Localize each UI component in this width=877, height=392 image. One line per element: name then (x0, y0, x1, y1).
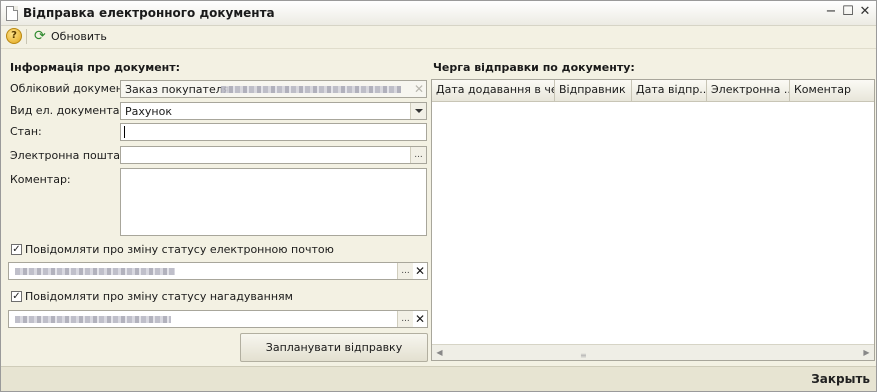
doc-label: Обліковий документ: (10, 82, 134, 95)
redacted-user (15, 316, 171, 323)
column-header[interactable]: Дата відпр... (632, 80, 707, 101)
toolbar-separator (26, 29, 27, 44)
status-label: Стан: (10, 125, 42, 138)
footer: Закрыть (1, 366, 876, 391)
plan-send-button[interactable]: Запланувати відправку (240, 333, 428, 362)
column-header[interactable]: Дата додавання в че... (432, 80, 555, 101)
maximize-icon[interactable]: ☐ (841, 5, 855, 19)
redacted-email (15, 268, 175, 275)
column-header[interactable]: Коментар (790, 80, 874, 101)
minimize-icon[interactable]: − (824, 5, 838, 19)
ellipsis-icon[interactable]: ... (410, 147, 426, 163)
document-info-title: Інформація про документ: (10, 61, 181, 74)
refresh-button[interactable]: Обновить (51, 30, 107, 43)
queue-title: Черга відправки по документу: (433, 61, 635, 74)
scroll-left-icon[interactable]: ◀ (432, 345, 447, 360)
window-title: Відправка електронного документа (23, 6, 275, 20)
text-cursor (124, 126, 125, 138)
column-header[interactable]: Электронна ... (707, 80, 790, 101)
comment-label: Коментар: (10, 173, 71, 186)
scroll-thumb[interactable]: ≡ (580, 351, 587, 360)
title-bar: Відправка електронного документа − ☐ ✕ (1, 1, 876, 26)
notify-reminder-checkbox[interactable]: ✓ (11, 291, 22, 302)
help-icon[interactable]: ? (6, 28, 22, 44)
type-select[interactable]: Рахунок (120, 102, 427, 120)
table-header: Дата додавання в че... Відправник Дата в… (432, 80, 874, 102)
chevron-down-icon[interactable] (410, 103, 426, 119)
refresh-icon[interactable]: ⟳ (34, 28, 46, 44)
close-icon[interactable]: ✕ (858, 5, 872, 19)
type-label: Вид ел. документа (10, 104, 120, 117)
notify-email-field[interactable]: ... ✕ (8, 262, 428, 280)
email-field[interactable]: ... (120, 146, 427, 164)
ellipsis-icon[interactable]: ... (397, 263, 413, 279)
clear-icon[interactable]: ✕ (413, 311, 427, 327)
redacted-number (221, 86, 401, 93)
horizontal-scrollbar[interactable]: ◀ ≡ ▶ (432, 344, 874, 360)
type-value: Рахунок (125, 105, 172, 118)
notify-email-label: Повідомляти про зміну статусу електронно… (25, 243, 334, 256)
scroll-right-icon[interactable]: ▶ (859, 345, 874, 360)
window: Відправка електронного документа − ☐ ✕ ?… (0, 0, 877, 392)
queue-table[interactable]: Дата додавання в че... Відправник Дата в… (431, 79, 875, 361)
notify-email-checkbox[interactable]: ✓ (11, 244, 22, 255)
email-label: Электронна пошта (10, 149, 120, 162)
clear-icon[interactable]: ✕ (412, 81, 426, 97)
close-button[interactable]: Закрыть (811, 372, 870, 386)
toolbar: ? ⟳ Обновить (1, 26, 876, 47)
notify-reminder-field[interactable]: ... ✕ (8, 310, 428, 328)
status-field[interactable] (120, 123, 427, 141)
document-icon (6, 6, 18, 21)
notify-reminder-label: Повідомляти про зміну статусу нагадуванн… (25, 290, 293, 303)
doc-value: Заказ покупателя (125, 83, 230, 96)
doc-field[interactable]: Заказ покупателя ✕ (120, 80, 427, 98)
content-area: Інформація про документ: Обліковий докум… (1, 48, 876, 367)
ellipsis-icon[interactable]: ... (397, 311, 413, 327)
column-header[interactable]: Відправник (555, 80, 632, 101)
comment-textarea[interactable] (120, 168, 427, 236)
clear-icon[interactable]: ✕ (413, 263, 427, 279)
